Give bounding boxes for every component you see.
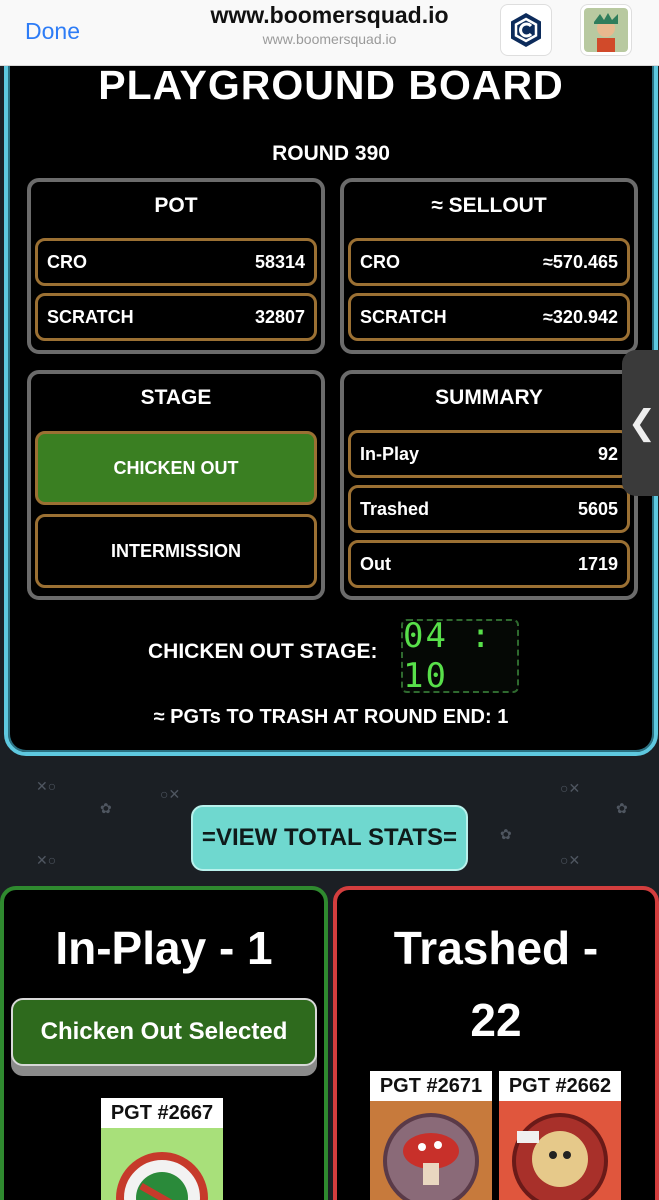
background-doodle: ✿ bbox=[100, 800, 112, 816]
browser-toolbar: Done www.boomersquad.io www.boomersquad.… bbox=[0, 0, 659, 66]
pot-row-value: 58314 bbox=[254, 251, 305, 272]
background-doodle: ✕○ bbox=[36, 852, 57, 868]
in-play-panel: In-Play - 1 Chicken Out Selected PGT #26… bbox=[0, 886, 328, 1200]
summary-row-in-play: In-Play 92 bbox=[348, 430, 630, 478]
pot-row-scratch: SCRATCH 32807 bbox=[35, 293, 317, 341]
summary-row-label: Out bbox=[360, 553, 391, 574]
chicken-out-selected-button[interactable]: Chicken Out Selected bbox=[11, 998, 317, 1066]
summary-row-label: Trashed bbox=[360, 498, 430, 519]
background-doodle: ✿ bbox=[500, 826, 512, 842]
background-doodle: ✿ bbox=[616, 800, 628, 816]
pot-row-label: CRO bbox=[47, 251, 87, 272]
trashed-panel: Trashed - 22 PGT #2671 PGT #2662 bbox=[333, 886, 659, 1200]
background-doodle: ○✕ bbox=[560, 852, 581, 868]
background-doodle: ○✕ bbox=[560, 780, 581, 796]
pgt-card-label: PGT #2671 bbox=[370, 1071, 492, 1101]
pot-row-value: 32807 bbox=[254, 306, 305, 327]
pgt-card[interactable]: PGT #2662 bbox=[499, 1071, 621, 1200]
pgt-card[interactable]: PGT #2671 bbox=[370, 1071, 492, 1200]
summary-row-out: Out 1719 bbox=[348, 540, 630, 588]
pgt-card-image bbox=[370, 1101, 492, 1200]
url-title[interactable]: www.boomersquad.io bbox=[0, 2, 659, 29]
crypto-com-wallet-icon[interactable] bbox=[500, 4, 552, 56]
pot-row-label: SCRATCH bbox=[47, 306, 134, 327]
profile-avatar-icon[interactable] bbox=[580, 4, 632, 56]
summary-row-value: 1719 bbox=[577, 553, 618, 574]
pot-row-cro: CRO 58314 bbox=[35, 238, 317, 286]
countdown-timer: 04 : 10 bbox=[401, 616, 519, 696]
round-label: ROUND 390 bbox=[272, 142, 390, 165]
side-drawer-tab[interactable]: ❮ bbox=[622, 350, 659, 496]
sellout-row-cro: CRO ≈570.465 bbox=[348, 238, 630, 286]
sellout-row-label: CRO bbox=[360, 251, 400, 272]
trash-at-round-end: ≈ PGTs TO TRASH AT ROUND END: 1 bbox=[153, 706, 509, 728]
chevron-left-icon: ❮ bbox=[627, 404, 657, 442]
summary-row-label: In-Play bbox=[360, 443, 420, 464]
stage-intermission[interactable]: INTERMISSION bbox=[35, 514, 317, 588]
sellout-row-value: ≈570.465 bbox=[543, 251, 618, 272]
trashed-heading-line2: 22 bbox=[470, 994, 522, 1046]
summary-title: SUMMARY bbox=[435, 386, 543, 409]
view-total-stats-button[interactable]: =VIEW TOTAL STATS= bbox=[191, 805, 468, 871]
pgt-card-label: PGT #2662 bbox=[499, 1071, 621, 1101]
playground-board: PLAYGROUND BOARD ROUND 390 POT CRO 58314… bbox=[4, 40, 658, 756]
summary-box: SUMMARY In-Play 92 Trashed 5605 Out 1719 bbox=[340, 370, 638, 600]
pot-box: POT CRO 58314 SCRATCH 32807 bbox=[27, 178, 325, 354]
sellout-row-label: SCRATCH bbox=[360, 306, 447, 327]
sellout-box: ≈ SELLOUT CRO ≈570.465 SCRATCH ≈320.942 bbox=[340, 178, 638, 354]
background-doodle: ○✕ bbox=[160, 786, 181, 802]
sellout-title: ≈ SELLOUT bbox=[431, 194, 547, 217]
stage-box: STAGE CHICKEN OUT INTERMISSION bbox=[27, 370, 325, 600]
summary-row-trashed: Trashed 5605 bbox=[348, 485, 630, 533]
pgt-card[interactable]: PGT #2667 bbox=[101, 1098, 223, 1200]
pot-title: POT bbox=[154, 194, 198, 217]
summary-row-value: 5605 bbox=[577, 498, 618, 519]
pgt-card-image bbox=[499, 1101, 621, 1200]
pgt-card-image bbox=[101, 1128, 223, 1200]
sellout-row-value: ≈320.942 bbox=[543, 306, 618, 327]
trashed-heading-line1: Trashed - bbox=[393, 922, 599, 974]
sellout-row-scratch: SCRATCH ≈320.942 bbox=[348, 293, 630, 341]
summary-row-value: 92 bbox=[597, 443, 618, 464]
in-play-heading: In-Play - 1 bbox=[55, 922, 273, 974]
board-title: PLAYGROUND BOARD bbox=[98, 62, 564, 108]
url-subtitle: www.boomersquad.io bbox=[262, 31, 397, 47]
timer-label: CHICKEN OUT STAGE: bbox=[148, 640, 378, 663]
pgt-card-label: PGT #2667 bbox=[101, 1098, 223, 1128]
background-doodle: ✕○ bbox=[36, 778, 57, 794]
stage-title: STAGE bbox=[140, 386, 212, 409]
stage-chicken-out[interactable]: CHICKEN OUT bbox=[35, 431, 317, 505]
